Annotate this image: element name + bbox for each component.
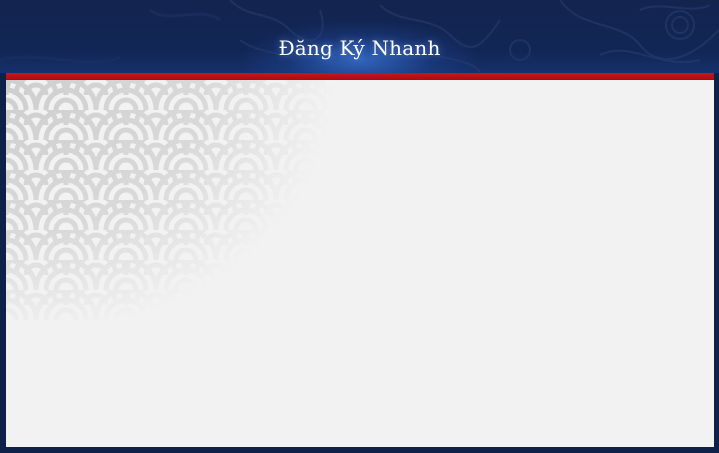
header-accent-bar	[6, 73, 714, 80]
dialog-header: Đăng Ký Nhanh	[0, 0, 719, 73]
register-dialog: Đăng Ký Nhanh	[0, 0, 719, 453]
wave-pattern-decoration	[6, 80, 366, 320]
dialog-title: Đăng Ký Nhanh	[278, 35, 441, 60]
dialog-content-panel	[6, 80, 714, 447]
